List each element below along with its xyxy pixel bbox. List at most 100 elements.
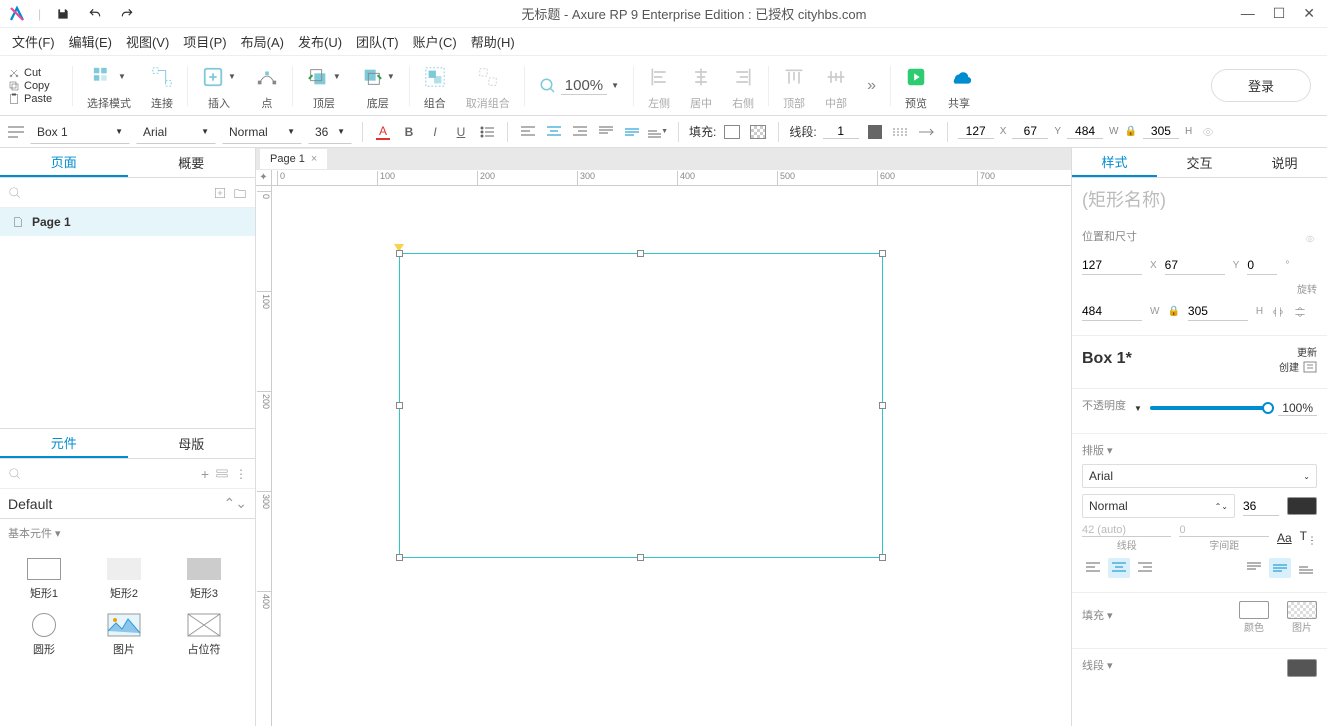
ruler-vertical[interactable]: 0 100 200 300 400 <box>256 186 272 726</box>
fill-color-button[interactable] <box>722 122 742 142</box>
visibility-icon[interactable] <box>1198 122 1218 142</box>
arrow-style-button[interactable] <box>917 122 937 142</box>
elements-search-input[interactable] <box>28 467 195 481</box>
insp-valign-top[interactable] <box>1243 558 1265 578</box>
login-button[interactable]: 登录 <box>1211 69 1311 102</box>
more-icon[interactable]: ⋮ <box>235 467 247 481</box>
menu-publish[interactable]: 发布(U) <box>298 32 342 51</box>
insert-button[interactable]: ▼ 插入 <box>192 61 246 111</box>
y-input[interactable] <box>1012 124 1048 139</box>
redo-button[interactable] <box>115 2 139 26</box>
handle-n[interactable] <box>637 250 644 257</box>
shape-type-select[interactable]: Box 1▼ <box>30 120 130 144</box>
insp-align-center[interactable] <box>1108 558 1130 578</box>
text-color-button[interactable]: A <box>373 122 393 142</box>
tab-outline[interactable]: 概要 <box>128 148 256 177</box>
insp-w-input[interactable] <box>1082 302 1142 321</box>
underline-button[interactable]: U <box>451 122 471 142</box>
add-library-icon[interactable]: + <box>201 466 209 482</box>
w-input[interactable] <box>1067 124 1103 139</box>
library-category-select[interactable]: Default⌃⌄ <box>0 489 255 519</box>
line-color-button[interactable] <box>865 122 885 142</box>
add-page-icon[interactable] <box>213 186 227 200</box>
fill-color-swatch[interactable] <box>1239 601 1269 619</box>
ruler-corner[interactable]: ✦ <box>256 170 272 186</box>
handle-se[interactable] <box>879 554 886 561</box>
insp-rot-input[interactable] <box>1247 256 1277 275</box>
elem-rect2[interactable]: 矩形2 <box>84 551 164 607</box>
italic-button[interactable]: I <box>425 122 445 142</box>
lock-icon[interactable]: 🔒 <box>1124 126 1136 137</box>
flip-h-icon[interactable] <box>1271 305 1285 319</box>
insp-align-left[interactable] <box>1082 558 1104 578</box>
align-left-text[interactable] <box>518 122 538 142</box>
point-button[interactable]: 点 <box>246 61 288 111</box>
cut-button[interactable]: Cut <box>8 67 68 79</box>
pages-search-input[interactable] <box>28 186 207 200</box>
text-case-icon[interactable]: Aa <box>1277 531 1292 545</box>
bring-front-button[interactable]: ▼ 顶层 <box>297 61 351 111</box>
align-right-text[interactable] <box>570 122 590 142</box>
close-button[interactable]: ✕ <box>1303 5 1315 22</box>
library-options-icon[interactable] <box>215 467 229 481</box>
menu-project[interactable]: 项目(P) <box>183 32 226 51</box>
page-item-page1[interactable]: Page 1 <box>0 208 255 236</box>
tab-masters[interactable]: 母版 <box>128 429 256 458</box>
line-color-swatch[interactable] <box>1287 659 1317 677</box>
x-input[interactable] <box>958 124 994 139</box>
shape-name-input[interactable]: (矩形名称) <box>1072 178 1327 220</box>
insp-x-input[interactable] <box>1082 256 1142 275</box>
ruler-horizontal[interactable]: 0 100 200 300 400 500 600 700 <box>272 170 1071 186</box>
handle-ne[interactable] <box>879 250 886 257</box>
share-button[interactable]: 共享 <box>937 61 981 111</box>
insp-weight-select[interactable]: Normal⌃⌄ <box>1082 494 1235 518</box>
valign-top[interactable] <box>596 122 616 142</box>
menu-file[interactable]: 文件(F) <box>12 32 55 51</box>
valign-bottom[interactable]: ▼ <box>648 122 668 142</box>
copy-button[interactable]: Copy <box>8 80 68 92</box>
more-tools-button[interactable]: » <box>857 70 886 102</box>
lock-aspect-icon[interactable]: 🔒 <box>1167 306 1179 317</box>
insp-valign-middle[interactable] <box>1269 558 1291 578</box>
select-mode-button[interactable]: ▼ 选择模式 <box>77 61 141 111</box>
visibility-toggle-icon[interactable] <box>1303 234 1317 244</box>
tab-interactions[interactable]: 交互 <box>1157 148 1242 177</box>
tab-style[interactable]: 样式 <box>1072 148 1157 177</box>
tab-pages[interactable]: 页面 <box>0 148 128 177</box>
elem-rect3[interactable]: 矩形3 <box>164 551 244 607</box>
handle-e[interactable] <box>879 402 886 409</box>
font-size-select[interactable]: 36▼ <box>308 120 352 144</box>
preview-button[interactable]: 预览 <box>895 61 937 111</box>
bullet-list-button[interactable] <box>477 122 497 142</box>
handle-s[interactable] <box>637 554 644 561</box>
menu-edit[interactable]: 编辑(E) <box>69 32 112 51</box>
connect-button[interactable]: 连接 <box>141 61 183 111</box>
align-center-text[interactable] <box>544 122 564 142</box>
send-back-button[interactable]: ▼ 底层 <box>351 61 405 111</box>
flip-v-icon[interactable] <box>1293 305 1307 319</box>
selected-shape[interactable] <box>399 253 883 558</box>
text-options-icon[interactable]: T⋮ <box>1300 529 1317 546</box>
text-color-swatch[interactable] <box>1287 497 1317 515</box>
tab-library[interactable]: 元件 <box>0 429 128 458</box>
handle-w[interactable] <box>396 402 403 409</box>
elem-rect1[interactable]: 矩形1 <box>4 551 84 607</box>
font-select[interactable]: Arial▼ <box>136 120 216 144</box>
style-manage-icon[interactable] <box>1303 361 1317 373</box>
menu-account[interactable]: 账户(C) <box>413 32 457 51</box>
canvas-tab-page1[interactable]: Page 1× <box>260 149 327 169</box>
elem-placeholder[interactable]: 占位符 <box>164 607 244 663</box>
close-tab-icon[interactable]: × <box>311 153 317 165</box>
line-style-button[interactable] <box>891 122 911 142</box>
insp-y-input[interactable] <box>1165 256 1225 275</box>
fill-image-button[interactable] <box>748 122 768 142</box>
handle-nw[interactable] <box>396 250 403 257</box>
handle-sw[interactable] <box>396 554 403 561</box>
canvas-content[interactable] <box>272 186 1071 726</box>
elem-circle[interactable]: 圆形 <box>4 607 84 663</box>
undo-button[interactable] <box>83 2 107 26</box>
insp-font-select[interactable]: Arial⌄ <box>1082 464 1317 488</box>
bold-button[interactable]: B <box>399 122 419 142</box>
font-weight-select[interactable]: Normal▼ <box>222 120 302 144</box>
zoom-control[interactable]: 100%▼ <box>529 70 629 102</box>
